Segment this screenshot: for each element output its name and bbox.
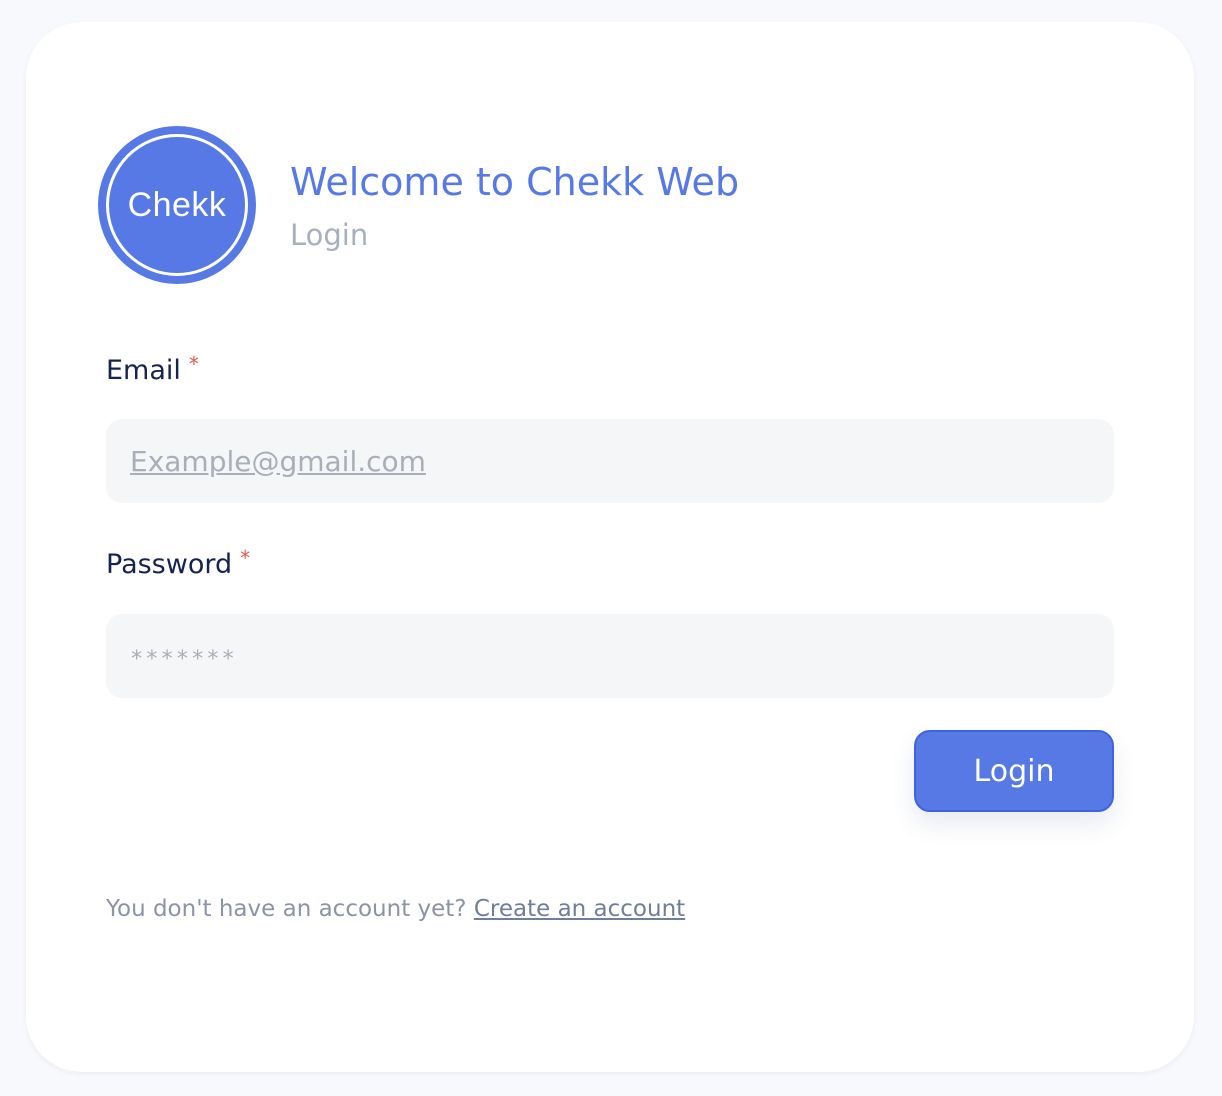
password-label-text: Password	[106, 549, 233, 580]
logo-text: Chekk	[127, 186, 227, 224]
email-label-text: Email	[106, 355, 181, 386]
password-field-container	[106, 614, 1114, 698]
email-label: Email *	[106, 346, 199, 389]
login-button[interactable]: Login	[914, 730, 1114, 812]
email-field[interactable]	[106, 419, 1114, 503]
email-required-mark: *	[188, 352, 199, 376]
chekk-logo: Chekk	[98, 126, 256, 284]
page-subtitle: Login	[290, 218, 369, 252]
password-label: Password *	[106, 540, 250, 583]
password-required-mark: *	[240, 546, 251, 570]
page-title: Welcome to Chekk Web	[290, 160, 740, 204]
signup-prompt-text: You don't have an account yet?	[106, 896, 467, 922]
password-field[interactable]	[106, 614, 1114, 698]
email-field-container	[106, 419, 1114, 503]
login-card: Chekk Welcome to Chekk Web Login Email * …	[26, 22, 1194, 1072]
create-account-link[interactable]: Create an account	[474, 896, 685, 922]
signup-prompt: You don't have an account yet? Create an…	[106, 892, 685, 926]
